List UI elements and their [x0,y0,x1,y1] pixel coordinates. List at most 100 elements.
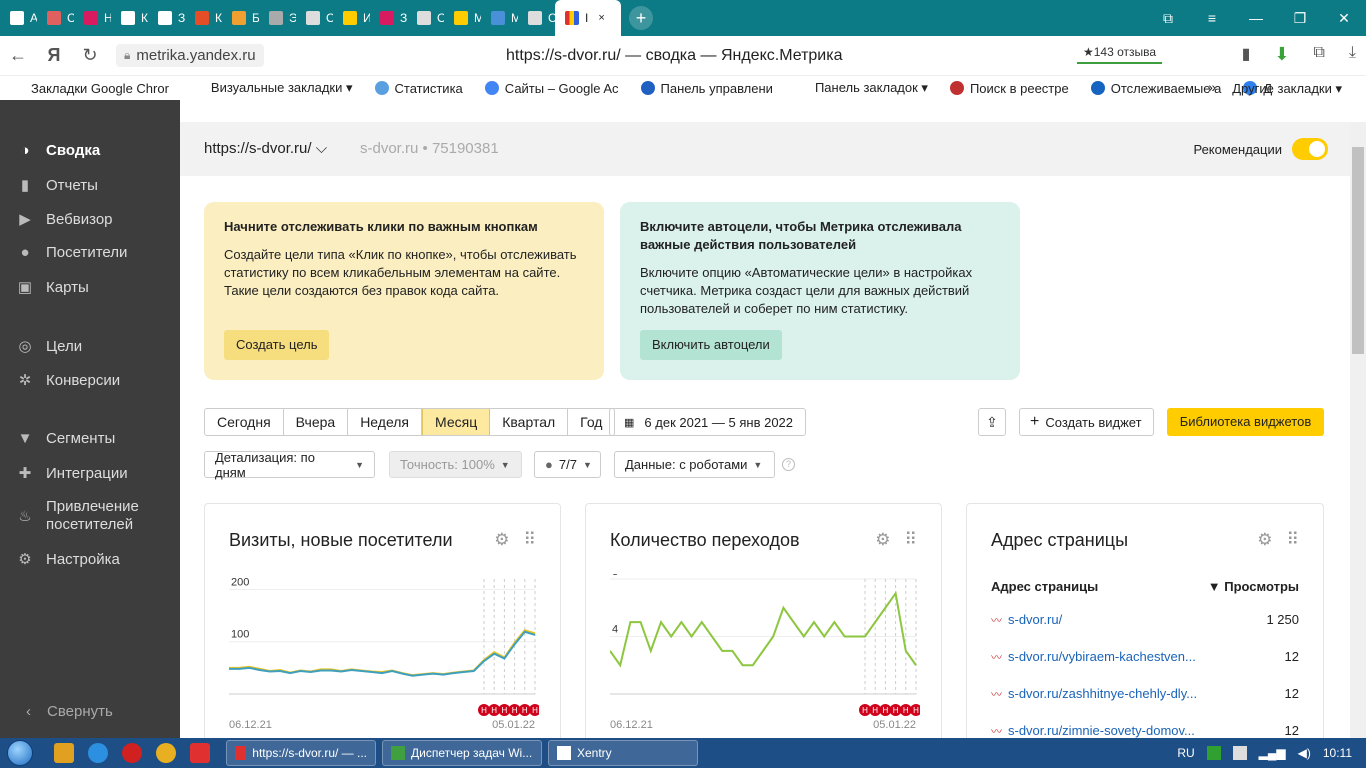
site-selector[interactable]: https://s-dvor.ru/ ⌵ [204,140,327,157]
sidebar-item[interactable]: ♨ Привлечение посетителей [0,498,180,534]
gear-icon[interactable]: ⚙ [494,530,509,550]
table-row[interactable]: 〰 s-dvor.ru/zashhitnye-chehly-dly... 12 [991,686,1299,702]
column-header-views[interactable]: ▼ Просмотры [1208,579,1299,594]
table-row[interactable]: 〰 s-dvor.ru/zimnie-sovety-domov... 12 [991,723,1299,738]
browser-tab[interactable]: Как [185,0,222,36]
browser-tab[interactable]: Бил [222,0,259,36]
close-icon[interactable]: × [598,12,604,24]
browser-tab-active[interactable]: I × [555,0,621,36]
period-button[interactable]: Вчера [284,409,349,435]
tabs-icon[interactable]: ⧉ [1146,10,1190,27]
browser-tab[interactable]: Заг [148,0,185,36]
downloads-icon[interactable]: ⤓ [1349,44,1356,65]
network-icon[interactable]: ▂▄▆ [1259,746,1286,760]
bookmark-item[interactable]: Поиск в реестре [939,81,1080,96]
enable-auto-goals-button[interactable]: Включить автоцели [640,330,782,360]
clock[interactable]: 10:11 [1323,746,1352,760]
help-icon[interactable]: ? [782,458,795,471]
browser-tab[interactable]: Стр [518,0,555,36]
sidebar-item[interactable]: ◑ Сводка [0,142,180,159]
sidebar-item[interactable]: ⚙ Настройка [0,550,180,569]
period-button[interactable]: Квартал [490,409,569,435]
browser-tab[interactable]: Инс [333,0,370,36]
url-domain[interactable]: 🔒︎ metrika.yandex.ru [116,44,264,67]
widget-library-button[interactable]: Библиотека виджетов [1167,408,1324,436]
drag-handle-icon[interactable]: ⠿ [524,530,536,550]
sidebar-item[interactable]: ▮ Отчеты [0,176,180,195]
taskbar-task[interactable]: Xentry [548,740,698,766]
bookmark-item[interactable]: Сайты – Google Ac [474,81,630,96]
reload-icon[interactable]: ↻ [72,45,108,66]
sidebar-item[interactable]: ● Посетители [0,244,180,261]
browser-tab[interactable]: Зам [370,0,407,36]
bookmark-item[interactable]: Панель управлени [630,81,784,96]
browser-tab[interactable]: Эле [259,0,296,36]
browser-tab[interactable]: Мо [481,0,518,36]
period-button[interactable]: Месяц [422,409,491,435]
date-range-picker[interactable]: ▦ 6 дек 2021 — 5 янв 2022 [609,408,806,436]
browser-tab[interactable]: Обр [407,0,444,36]
scrollbar-thumb[interactable] [1352,147,1364,354]
bookmark-icon[interactable]: ▮ [1242,44,1251,65]
drag-handle-icon[interactable]: ⠿ [905,530,917,550]
page-url-link[interactable]: 〰 s-dvor.ru/zashhitnye-chehly-dly... [991,686,1197,702]
bookmark-item[interactable]: Закладки Google Chror [0,81,180,96]
media-player-icon[interactable] [54,743,74,763]
menu-icon[interactable]: ≡ [1190,10,1234,26]
browser-tab[interactable]: Мет [444,0,481,36]
page-scrollbar[interactable] [1350,122,1366,738]
export-button[interactable]: ⇪ [978,408,1006,436]
taskbar-task[interactable]: https://s-dvor.ru/ — ... [226,740,376,766]
new-tab-button[interactable]: + [629,6,653,30]
browser-tab[interactable]: Кон [111,0,148,36]
sidebar-item[interactable]: ▼ Сегменты [0,430,180,447]
accuracy-dropdown[interactable]: Точность: 100% ▼ [389,451,522,478]
bookmarks-overflow-icon[interactable]: » [1208,79,1216,95]
ie-icon[interactable] [88,743,108,763]
yandex-browser-icon[interactable] [190,743,210,763]
volume-icon[interactable]: ◀) [1298,746,1311,760]
browser-tab[interactable]: Обр [296,0,333,36]
page-url-link[interactable]: 〰 s-dvor.ru/ [991,612,1062,628]
minimize-icon[interactable]: — [1234,10,1278,26]
table-row[interactable]: 〰 s-dvor.ru/1 250 [991,612,1299,628]
page-url-title[interactable]: https://s-dvor.ru/ — сводка — Яндекс.Мет… [506,47,842,65]
taskbar-task[interactable]: Диспетчер задач Wi... [382,740,542,766]
gear-icon[interactable]: ⚙ [1257,530,1272,550]
restore-icon[interactable]: ❐ [1278,10,1322,27]
tray-app-icon[interactable] [1206,746,1221,760]
reviews-badge[interactable]: ★143 отзыва [1077,42,1163,64]
opera-icon[interactable] [122,743,142,763]
back-icon[interactable]: ← [0,45,36,66]
bookmark-item[interactable]: Статистика [364,81,474,96]
recommendations-toggle[interactable] [1292,138,1328,160]
browser-tab[interactable]: НАГ [74,0,111,36]
other-bookmarks[interactable]: Другие закладки ▾ [1232,81,1342,97]
page-url-link[interactable]: 〰 s-dvor.ru/zimnie-sovety-domov... [991,723,1195,738]
data-robots-dropdown[interactable]: Данные: с роботами ▼ [614,451,775,478]
period-button[interactable]: Неделя [348,409,423,435]
detail-dropdown[interactable]: Детализация: по дням ▼ [204,450,375,480]
tray-app-icon[interactable] [1232,746,1247,760]
protect-icon[interactable]: ⬇ [1274,44,1289,65]
language-indicator[interactable]: RU [1177,746,1194,760]
start-button[interactable] [0,738,40,768]
sidebar-item[interactable]: ✚ Интеграции [0,464,180,483]
drag-handle-icon[interactable]: ⠿ [1287,530,1299,550]
gear-icon[interactable]: ⚙ [875,530,890,550]
bookmark-item[interactable]: Визуальные закладки ▾ [180,80,364,96]
segments-dropdown[interactable]: ● 7/7 ▼ [534,451,601,478]
yandex-home-icon[interactable]: Я [36,45,72,66]
sidebar-item[interactable]: ▣ Карты [0,278,180,297]
add-widget-button[interactable]: + Создать виджет [1019,408,1154,436]
sidebar-item[interactable]: ✲ Конверсии [0,371,180,390]
browser-tab[interactable]: Схе [37,0,74,36]
page-url-link[interactable]: 〰 s-dvor.ru/vybiraem-kachestven... [991,649,1196,665]
extensions-icon[interactable]: ⧉ [1313,44,1324,65]
table-row[interactable]: 〰 s-dvor.ru/vybiraem-kachestven... 12 [991,649,1299,665]
period-button[interactable]: Год [568,409,614,435]
close-icon[interactable]: ✕ [1322,10,1366,27]
collapse-sidebar-button[interactable]: ‹ Свернуть [26,703,113,720]
bookmark-item[interactable]: Панель закладок ▾ [784,80,939,96]
sidebar-item[interactable]: ◎ Цели [0,337,180,356]
